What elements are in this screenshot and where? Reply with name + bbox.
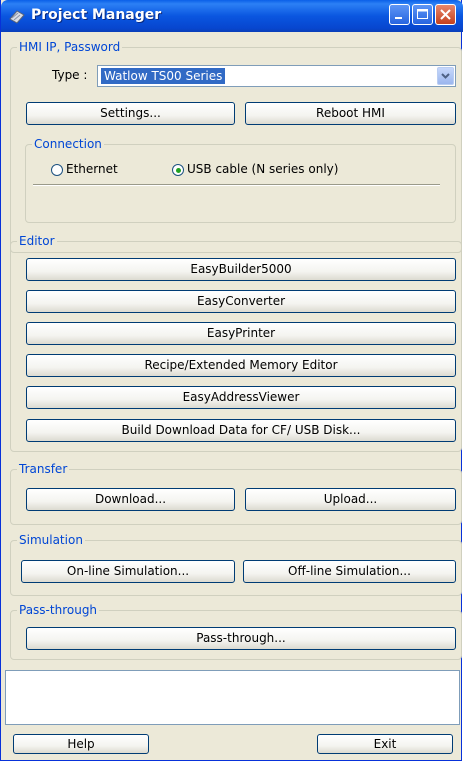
easyconverter-button[interactable]: EasyConverter <box>26 290 456 313</box>
download-button[interactable]: Download... <box>26 488 235 511</box>
online-simulation-button[interactable]: On-line Simulation... <box>21 560 235 583</box>
upload-button[interactable]: Upload... <box>245 488 456 511</box>
hmi-group-label: HMI IP, Password <box>19 40 121 54</box>
build-download-data-button[interactable]: Build Download Data for CF/ USB Disk... <box>26 419 456 442</box>
easyaddressviewer-button[interactable]: EasyAddressViewer <box>26 386 456 409</box>
type-label: Type : <box>52 68 88 82</box>
message-box <box>5 670 460 725</box>
usb-cable-radio-label[interactable]: USB cable (N series only) <box>187 162 338 176</box>
minimize-button[interactable] <box>389 4 410 25</box>
editor-group-label: Editor <box>19 234 55 248</box>
radio-selected-dot <box>176 168 181 173</box>
settings-button[interactable]: Settings... <box>26 102 235 125</box>
type-dropdown-button[interactable] <box>437 67 454 85</box>
connection-separator <box>33 184 440 186</box>
help-button[interactable]: Help <box>13 734 149 754</box>
ethernet-radio[interactable] <box>51 164 63 176</box>
chevron-down-icon <box>441 73 450 79</box>
simulation-group-label: Simulation <box>19 533 83 547</box>
connection-group-label: Connection <box>34 137 102 151</box>
type-select[interactable]: Watlow TS00 Series <box>97 65 456 87</box>
maximize-button[interactable] <box>412 4 433 25</box>
connection-group: Connection <box>25 137 456 223</box>
reboot-hmi-button[interactable]: Reboot HMI <box>245 102 456 125</box>
close-button[interactable] <box>435 4 456 25</box>
transfer-group-label: Transfer <box>19 462 68 476</box>
easyprinter-button[interactable]: EasyPrinter <box>26 322 456 345</box>
close-icon <box>440 9 451 20</box>
pass-through-button[interactable]: Pass-through... <box>26 627 456 650</box>
usb-cable-radio[interactable] <box>172 164 184 176</box>
easybuilder5000-button[interactable]: EasyBuilder5000 <box>26 258 456 281</box>
ethernet-radio-label[interactable]: Ethernet <box>66 162 118 176</box>
type-selected-value: Watlow TS00 Series <box>101 68 226 84</box>
project-manager-window: Project Manager HMI IP, Password Type : … <box>0 0 463 761</box>
minimize-icon <box>395 17 402 19</box>
recipe-memory-editor-button[interactable]: Recipe/Extended Memory Editor <box>26 354 456 377</box>
window-title: Project Manager <box>31 7 162 23</box>
exit-button[interactable]: Exit <box>317 734 453 754</box>
offline-simulation-button[interactable]: Off-line Simulation... <box>243 560 456 583</box>
passthrough-group-label: Pass-through <box>19 603 98 617</box>
maximize-icon <box>417 9 428 19</box>
title-bar[interactable]: Project Manager <box>1 0 463 32</box>
project-manager-icon <box>8 7 26 25</box>
